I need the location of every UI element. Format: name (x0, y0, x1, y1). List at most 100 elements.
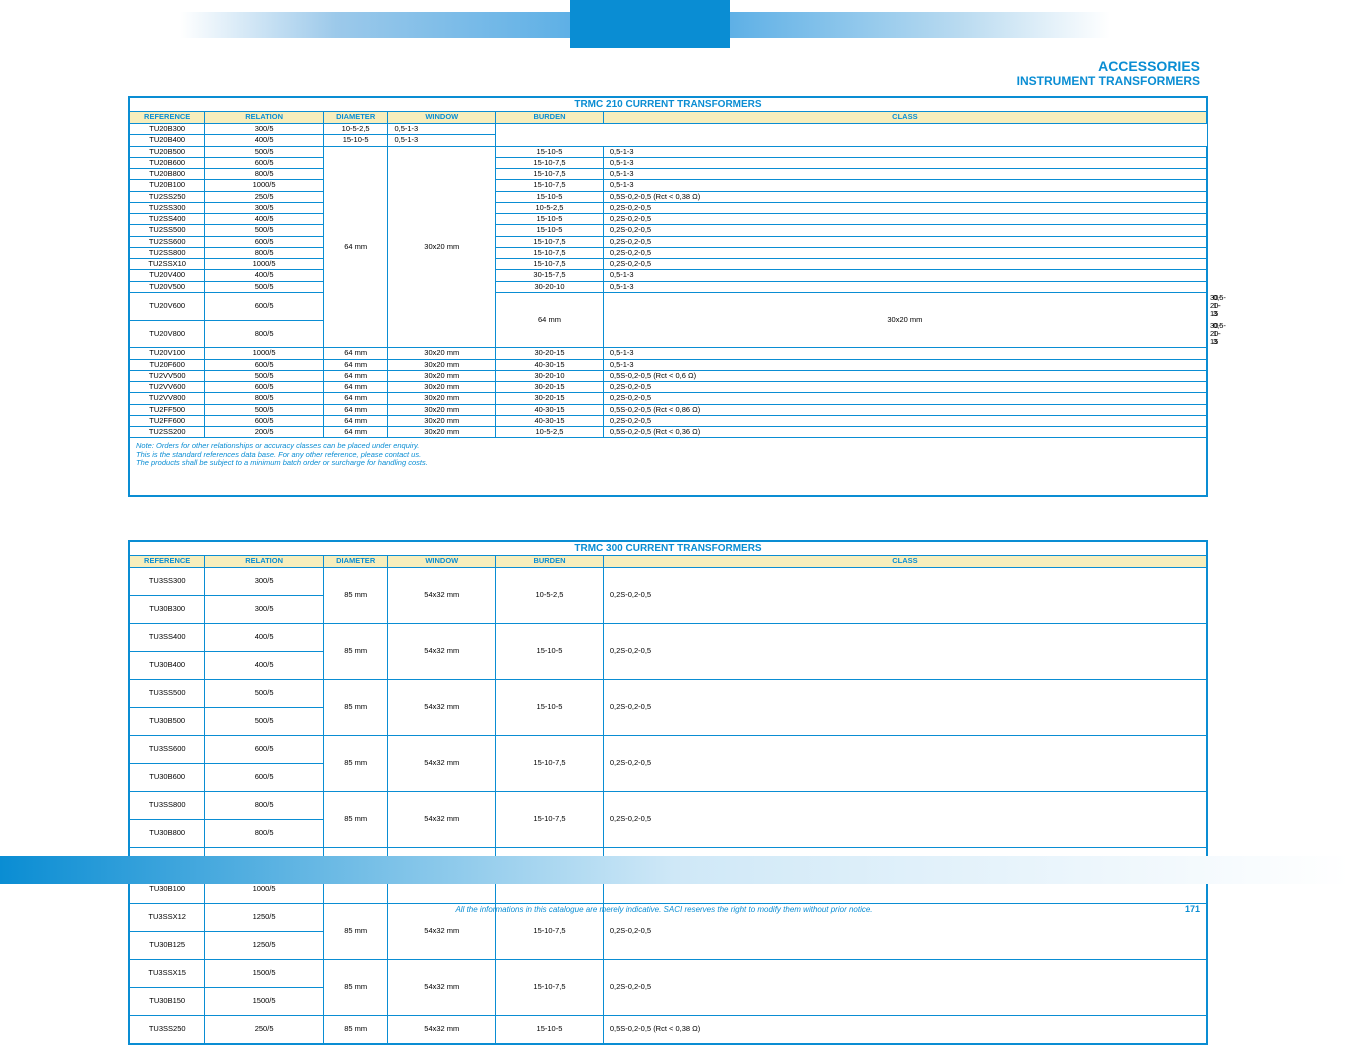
table-cell: TU2SS500 (130, 225, 205, 236)
table-cell: 0,5S-0,2-0,5 (Rct < 0,6 Ω) (603, 370, 1206, 381)
table-cell: TU3SS400 (130, 624, 205, 652)
table1-wrap: TRMC 210 CURRENT TRANSFORMERSREFERENCERE… (128, 96, 1208, 497)
table-cell: 600/5 (205, 157, 323, 168)
page-header: ACCESSORIES INSTRUMENT TRANSFORMERS (1017, 58, 1200, 88)
table-cell: TU30B500 (130, 708, 205, 736)
table-cell: TU2VV600 (130, 382, 205, 393)
table-cell: 500/5 (205, 370, 323, 381)
table-cell: TU2SSX10 (130, 259, 205, 270)
table-cell: 30-20-10 (496, 281, 604, 292)
table-cell: 0,2S-0,2-0,5 (603, 393, 1206, 404)
table-cell: 40-30-15 (496, 359, 604, 370)
table-cell: TU20B800 (130, 169, 205, 180)
table-cell: 64 mm (323, 427, 388, 438)
table1: TRMC 210 CURRENT TRANSFORMERSREFERENCERE… (129, 97, 1207, 496)
table2: TRMC 300 CURRENT TRANSFORMERSREFERENCERE… (129, 541, 1207, 1044)
table-cell: TU30B300 (130, 596, 205, 624)
table-cell: 0,2S-0,2-0,5 (603, 792, 1206, 848)
table-cell: 400/5 (205, 214, 323, 225)
col-header: BURDEN (496, 556, 604, 568)
table-cell: 0,5S-0,2-0,5 (Rct < 0,36 Ω) (603, 427, 1206, 438)
table-cell: 15-10-5 (496, 624, 604, 680)
table-cell: 0,5-1-3 (388, 135, 496, 146)
table-cell: 500/5 (205, 404, 323, 415)
table-cell: 64 mm (323, 348, 388, 359)
table-cell: 30-15-7,5 (496, 270, 604, 281)
table-cell: 15-10-7,5 (496, 792, 604, 848)
table-cell: 600/5 (205, 736, 323, 764)
table-cell: 0,5-1-3 (603, 157, 1206, 168)
table-cell: TU3SS600 (130, 736, 205, 764)
table-cell: 64 mm (323, 382, 388, 393)
table-cell: 600/5 (205, 236, 323, 247)
table-cell: 15-10-7,5 (496, 157, 604, 168)
table-cell: 15-10-7,5 (496, 736, 604, 792)
top-banner (0, 0, 1350, 48)
table-cell: 54x32 mm (388, 1016, 496, 1044)
table-cell: 85 mm (323, 960, 388, 1016)
table-cell: 800/5 (205, 169, 323, 180)
table-cell: 0,5S-0,2-0,5 (Rct < 0,86 Ω) (603, 404, 1206, 415)
table-cell: 64 mm (323, 146, 388, 348)
footer-disclaimer: All the informations in this catalogue a… (128, 905, 1200, 914)
table-cell: 800/5 (205, 820, 323, 848)
table-cell: 600/5 (205, 764, 323, 792)
table-cell: TU20V400 (130, 270, 205, 281)
table-cell: 250/5 (205, 191, 323, 202)
table-note: Note: Orders for other relationships or … (130, 438, 1207, 496)
table-cell: 0,5-1-3 (603, 146, 1206, 157)
table-cell: 15-10-5 (496, 191, 604, 202)
table-cell: TU20F600 (130, 359, 205, 370)
table-cell: TU20B600 (130, 157, 205, 168)
table-cell: TU2SS400 (130, 214, 205, 225)
col-header: RELATION (205, 112, 323, 124)
table-cell: 15-10-7,5 (496, 180, 604, 191)
col-header: BURDEN (496, 112, 604, 124)
col-header: RELATION (205, 556, 323, 568)
table-cell: 30-20-15 (496, 393, 604, 404)
table-cell: 600/5 (205, 359, 323, 370)
table-cell: 300/5 (205, 124, 323, 135)
table-cell: 54x32 mm (388, 568, 496, 624)
table-cell: 15-10-5 (496, 146, 604, 157)
table-cell: TU20V500 (130, 281, 205, 292)
table-title: TRMC 300 CURRENT TRANSFORMERS (130, 542, 1207, 556)
table-cell: 1500/5 (205, 960, 323, 988)
table-cell: 10-5-2,5 (496, 568, 604, 624)
table-cell: TU20B400 (130, 135, 205, 146)
table-cell: 0,2S-0,2-0,5 (603, 259, 1206, 270)
table-cell: TU20V600 (130, 292, 205, 320)
table-cell: 85 mm (323, 568, 388, 624)
table-cell: TU2SS800 (130, 247, 205, 258)
table-cell: 0,5-1-3 (603, 359, 1206, 370)
table-cell: TU20V100 (130, 348, 205, 359)
col-header: REFERENCE (130, 112, 205, 124)
table-cell: 1250/5 (205, 932, 323, 960)
col-header: WINDOW (388, 556, 496, 568)
table-cell: 500/5 (205, 680, 323, 708)
table-cell: 15-10-5 (323, 135, 388, 146)
table-cell: 85 mm (323, 792, 388, 848)
table-cell: 800/5 (205, 393, 323, 404)
table-cell: 600/5 (205, 292, 323, 320)
table-cell: 54x32 mm (388, 792, 496, 848)
table-cell: 500/5 (205, 225, 323, 236)
table-cell: 250/5 (205, 1016, 323, 1044)
table-cell: 15-10-5 (496, 680, 604, 736)
table-cell: 0,5-1-3 (603, 270, 1206, 281)
table-cell: 30x20 mm (388, 370, 496, 381)
table-cell: TU3SS800 (130, 792, 205, 820)
table-cell: 0,2S-0,2-0,5 (603, 680, 1206, 736)
table-cell: TU30B150 (130, 988, 205, 1016)
table-cell: TU30B125 (130, 932, 205, 960)
table-cell: 500/5 (205, 146, 323, 157)
table-cell: TU2SS200 (130, 427, 205, 438)
table-cell: 300/5 (205, 202, 323, 213)
page-title: INSTRUMENT TRANSFORMERS (1017, 74, 1200, 88)
table-cell: TU2SS300 (130, 202, 205, 213)
table-cell: 15-10-5 (496, 214, 604, 225)
table-cell: 40-30-15 (496, 415, 604, 426)
footer-band (0, 856, 1350, 884)
table-cell: TU2FF500 (130, 404, 205, 415)
table-cell: 64 mm (323, 370, 388, 381)
